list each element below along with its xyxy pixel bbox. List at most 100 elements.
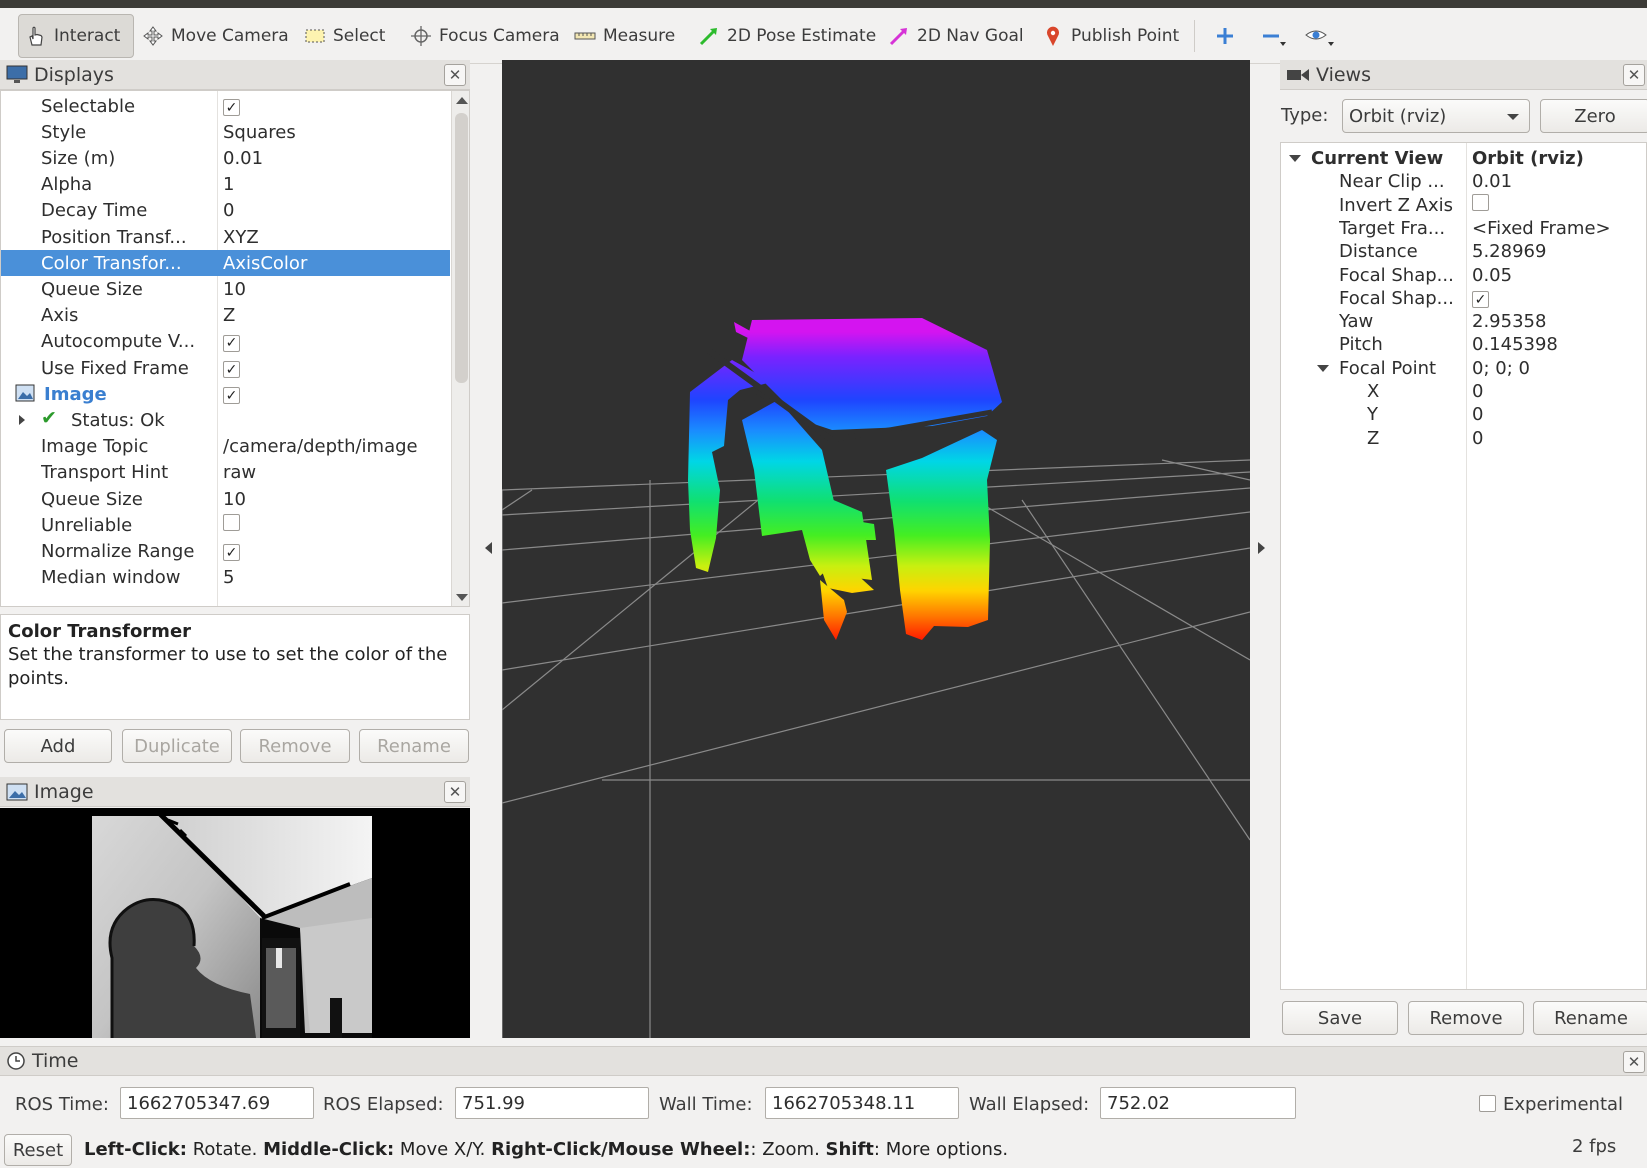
remove-display-button[interactable]: Remove	[240, 729, 350, 763]
property-value[interactable]: 0	[1472, 428, 1483, 449]
scrollbar-thumb[interactable]	[455, 113, 468, 383]
tool-focus-camera[interactable]: Focus Camera	[404, 14, 566, 58]
view-property-row[interactable]: Target Fra... <Fixed Frame>	[1281, 217, 1646, 240]
wall-elapsed-field[interactable]: 752.02	[1100, 1087, 1296, 1119]
tool-publish-point[interactable]: Publish Point	[1036, 14, 1185, 58]
left-splitter-arrow[interactable]	[485, 542, 492, 554]
view-property-row[interactable]: Invert Z Axis	[1281, 194, 1646, 217]
tool-2d-nav-goal[interactable]: 2D Nav Goal	[882, 14, 1030, 58]
property-value[interactable]: 0; 0; 0	[1472, 358, 1530, 379]
property-value[interactable]: Z	[223, 305, 235, 326]
add-tool-button[interactable]	[1208, 14, 1249, 58]
property-value[interactable]: 5.28969	[1472, 241, 1546, 262]
duplicate-display-button[interactable]: Duplicate	[122, 729, 232, 763]
save-view-button[interactable]: Save	[1282, 1001, 1398, 1035]
view-property-row[interactable]: X0	[1281, 380, 1646, 403]
property-value[interactable]: 5	[223, 567, 234, 588]
property-checkbox[interactable]: ✓	[223, 96, 240, 117]
experimental-checkbox[interactable]	[1479, 1095, 1496, 1112]
view-property-row[interactable]: Pitch 0.145398	[1281, 333, 1646, 356]
view-menu-button[interactable]	[1298, 14, 1347, 58]
property-checkbox[interactable]: ✓	[223, 541, 240, 562]
view-property-row[interactable]: Current View Orbit (rviz)	[1281, 147, 1646, 170]
display-property-row[interactable]: Unreliable	[1, 512, 450, 538]
tool-interact[interactable]: Interact	[18, 14, 134, 58]
display-property-row[interactable]: Median window 5	[1, 565, 450, 591]
wall-time-field[interactable]: 1662705348.11	[765, 1087, 959, 1119]
close-icon[interactable]: ✕	[444, 64, 466, 86]
tool-measure[interactable]: Measure	[568, 14, 681, 58]
property-checkbox[interactable]: ✓	[223, 358, 240, 379]
scrollbar-track[interactable]	[451, 91, 469, 606]
right-splitter-arrow[interactable]	[1258, 542, 1265, 554]
display-property-row[interactable]: Decay Time 0	[1, 198, 450, 224]
tool-2d-pose-estimate[interactable]: 2D Pose Estimate	[692, 14, 882, 58]
expand-arrow-icon[interactable]	[1289, 155, 1301, 162]
view-property-row[interactable]: Y0	[1281, 403, 1646, 426]
close-icon[interactable]: ✕	[1623, 1051, 1645, 1073]
tool-move-camera[interactable]: Move Camera	[136, 14, 295, 58]
close-icon[interactable]: ✕	[1623, 64, 1645, 86]
view-type-select[interactable]: Orbit (rviz)	[1342, 99, 1530, 133]
property-value[interactable]: /camera/depth/image	[223, 436, 418, 457]
property-value[interactable]: 0.05	[1472, 265, 1512, 286]
close-icon[interactable]: ✕	[444, 781, 466, 803]
property-value[interactable]: Squares	[223, 122, 296, 143]
property-value[interactable]: <Fixed Frame>	[1472, 218, 1611, 239]
property-value[interactable]: AxisColor	[223, 253, 307, 274]
expand-arrow-icon[interactable]	[19, 415, 25, 426]
display-property-row[interactable]: Style Squares	[1, 119, 450, 145]
3d-render-viewport[interactable]	[502, 60, 1250, 1038]
display-property-row[interactable]: Normalize Range ✓	[1, 538, 450, 564]
reset-button[interactable]: Reset	[4, 1134, 72, 1166]
property-checkbox[interactable]: ✓	[223, 331, 240, 352]
display-property-row[interactable]: Color Transfor... AxisColor	[1, 250, 450, 277]
property-value[interactable]: 0	[1472, 404, 1483, 425]
property-value[interactable]: 0.145398	[1472, 334, 1558, 355]
display-property-row[interactable]: Queue Size 10	[1, 276, 450, 302]
zero-button[interactable]: Zero	[1540, 99, 1647, 133]
display-property-row[interactable]: Selectable ✓	[1, 93, 450, 119]
property-value[interactable]: 0.01	[1472, 171, 1512, 192]
view-property-row[interactable]: Focal Point 0; 0; 0	[1281, 357, 1646, 380]
display-property-row[interactable]: Image Topic/camera/depth/image	[1, 434, 450, 460]
display-property-row[interactable]: Use Fixed Frame ✓	[1, 355, 450, 381]
display-property-row[interactable]: Position Transf... XYZ	[1, 224, 450, 250]
ros-elapsed-field[interactable]: 751.99	[455, 1087, 649, 1119]
view-property-row[interactable]: Z0	[1281, 427, 1646, 450]
tool-select[interactable]: Select	[298, 14, 391, 58]
property-value[interactable]: 2.95358	[1472, 311, 1546, 332]
view-property-row[interactable]: Focal Shap... ✓	[1281, 287, 1646, 310]
property-value[interactable]: 0.01	[223, 148, 263, 169]
property-value[interactable]: XYZ	[223, 227, 259, 248]
property-value[interactable]: 1	[223, 174, 234, 195]
ros-time-field[interactable]: 1662705347.69	[120, 1087, 314, 1119]
remove-tool-button[interactable]	[1254, 14, 1299, 58]
property-checkbox[interactable]	[223, 514, 240, 536]
view-property-row[interactable]: Near Clip ... 0.01	[1281, 170, 1646, 193]
property-checkbox[interactable]: ✓	[223, 384, 240, 405]
display-property-row[interactable]: Alpha 1	[1, 172, 450, 198]
property-value[interactable]: 10	[223, 489, 246, 510]
scroll-up-arrow[interactable]	[456, 97, 468, 104]
display-property-row[interactable]: Axis Z	[1, 303, 450, 329]
display-property-row[interactable]: Size (m) 0.01	[1, 145, 450, 171]
property-value[interactable]: Orbit (rviz)	[1472, 148, 1584, 169]
view-property-row[interactable]: Distance 5.28969	[1281, 240, 1646, 263]
property-value[interactable]: 0	[1472, 381, 1483, 402]
property-value[interactable]: 10	[223, 279, 246, 300]
rename-display-button[interactable]: Rename	[359, 729, 469, 763]
view-property-row[interactable]: Focal Shap... 0.05	[1281, 264, 1646, 287]
property-value[interactable]: raw	[223, 462, 256, 483]
display-property-row[interactable]: Transport Hint raw	[1, 460, 450, 486]
scroll-down-arrow[interactable]	[456, 594, 468, 601]
remove-view-button[interactable]: Remove	[1408, 1001, 1524, 1035]
property-checkbox[interactable]: ✓	[1472, 288, 1489, 309]
display-property-row[interactable]: ✔ Status: Ok	[1, 407, 450, 433]
expand-arrow-icon[interactable]	[1317, 364, 1329, 372]
property-checkbox[interactable]	[1472, 194, 1489, 216]
display-property-row[interactable]: Autocompute V... ✓	[1, 329, 450, 355]
property-value[interactable]: 0	[223, 200, 234, 221]
add-display-button[interactable]: Add	[4, 729, 112, 763]
display-property-row[interactable]: Image ✓	[1, 381, 450, 407]
